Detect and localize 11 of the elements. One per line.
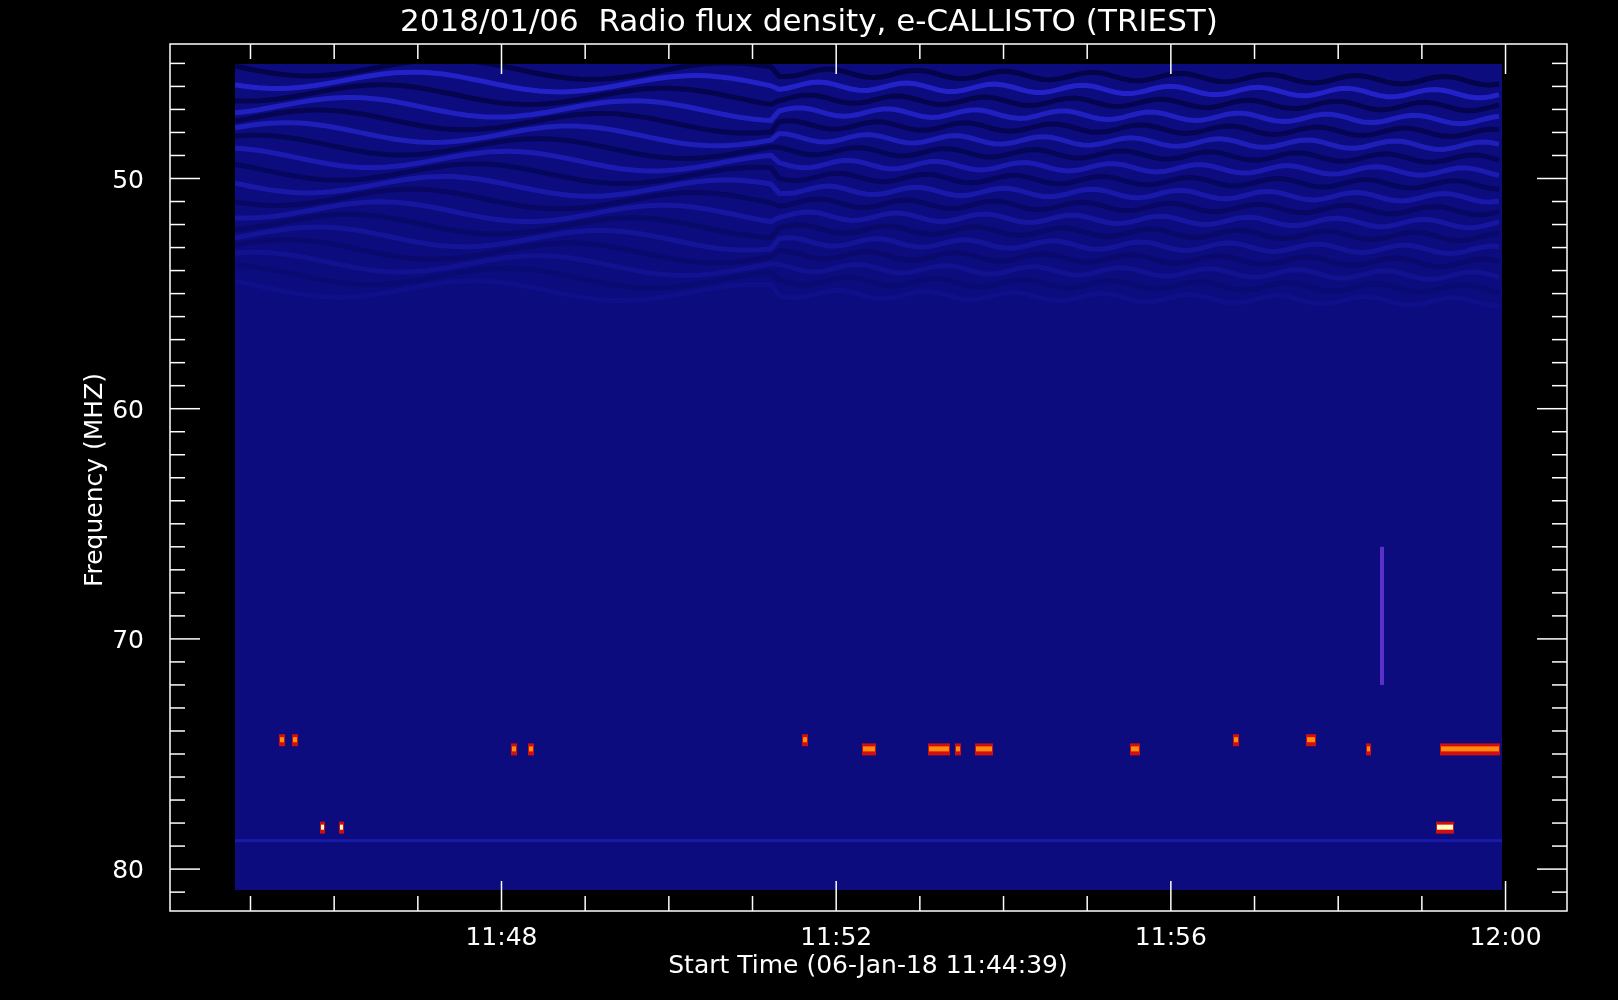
x-axis-label: Start Time (06-Jan-18 11:44:39) [668,950,1068,979]
x-tick-label: 11:56 [1134,922,1207,951]
y-axis-label: Frequency (MHZ) [79,372,108,588]
y-tick-label: 50 [112,164,144,194]
x-tick-label: 11:48 [465,922,538,951]
x-tick-label: 11:52 [800,922,873,951]
x-tick-label: 12:00 [1469,922,1542,951]
y-tick-label: 80 [112,855,144,885]
y-tick-label: 60 [112,394,144,424]
y-tick-label: 70 [112,624,144,654]
plot-title: 2018/01/06 Radio flux density, e-CALLISTO (TRIEST) [400,1,1218,40]
